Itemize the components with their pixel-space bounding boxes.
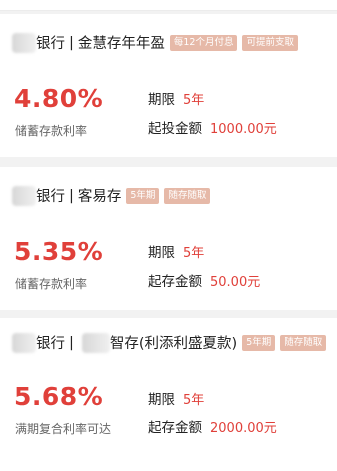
amount-value: 2000.00元	[210, 421, 277, 436]
interest-rate: 5.35%	[14, 237, 104, 266]
amount-row: 起投金额 1000.00元	[148, 117, 277, 137]
amount-value: 50.00元	[210, 275, 261, 290]
product-title-row: 银行 | 客易存 5年期 随存随取	[12, 185, 211, 206]
amount-row: 起存金额 2000.00元	[148, 416, 277, 436]
amount-label: 起存金额	[148, 420, 202, 436]
term-value: 5年	[183, 246, 205, 261]
bank-suffix: 银行	[36, 189, 65, 205]
product-title-row: 银行 | 智存(利添利盛夏款) 5年期 随存随取	[12, 332, 327, 353]
interest-rate-label: 满期复合利率可达	[15, 422, 112, 436]
redacted-product-prefix	[81, 332, 110, 353]
term-value: 5年	[183, 93, 205, 108]
term-row: 期限 5年	[148, 88, 204, 108]
product-tag: 随存随取	[164, 187, 211, 204]
product-name: 金慧存年年盈	[77, 36, 165, 52]
product-tag: 每12个月付息	[169, 34, 238, 51]
product-card[interactable]: 银行 | 客易存 5年期 随存随取 5.35% 储蓄存款利率 期限 5年 起存金额…	[0, 167, 337, 310]
amount-label: 起存金额	[148, 274, 202, 290]
product-card[interactable]: 银行 | 金慧存年年盈 每12个月付息 可提前支取 4.80% 储蓄存款利率 期…	[0, 14, 337, 157]
redacted-bank-name	[12, 32, 36, 53]
term-label: 期限	[148, 392, 175, 408]
redacted-bank-name	[12, 185, 36, 206]
product-tag: 5年期	[242, 334, 276, 351]
product-tag: 5年期	[126, 187, 160, 204]
product-tag: 随存随取	[280, 334, 327, 351]
amount-label: 起投金额	[148, 121, 202, 137]
term-value: 5年	[183, 393, 205, 408]
top-strip	[0, 0, 337, 11]
product-title-row: 银行 | 金慧存年年盈 每12个月付息 可提前支取	[12, 32, 298, 53]
product-card[interactable]: 银行 | 智存(利添利盛夏款) 5年期 随存随取 5.68% 满期复合利率可达 …	[0, 318, 337, 471]
title-separator: |	[69, 187, 74, 204]
interest-rate: 4.80%	[14, 84, 104, 113]
term-label: 期限	[148, 245, 175, 261]
term-row: 期限 5年	[148, 388, 204, 408]
interest-rate-label: 储蓄存款利率	[15, 277, 88, 291]
bank-suffix: 银行	[36, 36, 65, 52]
amount-row: 起存金额 50.00元	[148, 270, 260, 290]
title-separator: |	[69, 334, 74, 351]
title-separator: |	[69, 34, 74, 51]
bank-suffix: 银行	[36, 336, 65, 352]
product-name: 智存(利添利盛夏款)	[109, 336, 238, 352]
product-name: 客易存	[77, 189, 122, 205]
interest-rate-label: 储蓄存款利率	[15, 124, 88, 138]
term-label: 期限	[148, 92, 175, 108]
product-tag: 可提前支取	[242, 34, 298, 51]
amount-value: 1000.00元	[210, 122, 277, 137]
redacted-bank-name	[12, 332, 36, 353]
interest-rate: 5.68%	[14, 382, 104, 411]
term-row: 期限 5年	[148, 241, 204, 261]
